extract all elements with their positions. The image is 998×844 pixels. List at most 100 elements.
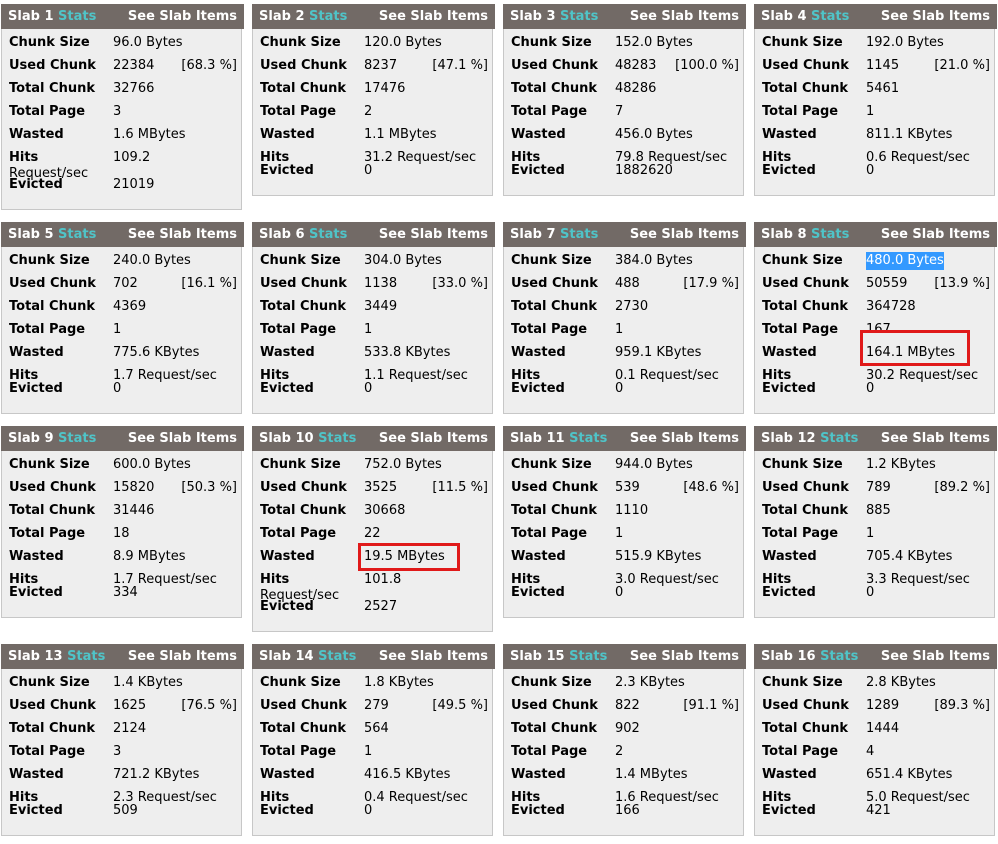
stat-row-used-chunk: Used Chunk 488 [17.9 %]: [511, 275, 739, 293]
total-page-value: 3: [113, 744, 122, 759]
stat-row-chunk-size: Chunk Size 600.0 Bytes: [9, 456, 237, 474]
evicted-value: 2527: [364, 599, 398, 614]
chunk-size-value: 96.0 Bytes: [113, 35, 183, 50]
see-slab-items-link[interactable]: See Slab Items: [881, 4, 990, 29]
slab-header: Slab 13 Stats See Slab Items: [1, 644, 244, 669]
stats-link[interactable]: Stats: [58, 431, 96, 446]
chunk-size-value: 752.0 Bytes: [364, 457, 442, 472]
total-page-label: Total Page: [9, 744, 86, 759]
stats-link[interactable]: Stats: [811, 227, 849, 242]
stat-row-total-chunk: Total Chunk 564: [260, 720, 488, 738]
stat-row-total-page: Total Page 1: [511, 321, 739, 339]
stat-row-evicted: Evicted 2527: [260, 598, 488, 616]
used-chunk-percent: [33.0 %]: [432, 276, 488, 291]
chunk-size-value: 384.0 Bytes: [615, 253, 693, 268]
see-slab-items-link[interactable]: See Slab Items: [881, 426, 990, 451]
chunk-size-label: Chunk Size: [511, 675, 592, 690]
used-chunk-percent: [89.2 %]: [934, 480, 990, 495]
stat-row-wasted: Wasted 456.0 Bytes: [511, 126, 739, 144]
stats-link[interactable]: Stats: [560, 227, 598, 242]
slab-number: 5: [44, 227, 54, 242]
evicted-label: Evicted: [762, 803, 816, 818]
stat-row-chunk-size: Chunk Size 192.0 Bytes: [762, 34, 990, 52]
evicted-label: Evicted: [511, 163, 565, 178]
stat-row-total-chunk: Total Chunk 885: [762, 502, 990, 520]
wasted-value: 721.2 KBytes: [113, 767, 200, 782]
stats-link[interactable]: Stats: [318, 649, 356, 664]
chunk-size-value: 944.0 Bytes: [615, 457, 693, 472]
slab-header: Slab 4 Stats See Slab Items: [754, 4, 997, 29]
total-page-value: 1: [364, 744, 373, 759]
stats-link[interactable]: Stats: [569, 431, 607, 446]
wasted-label: Wasted: [260, 127, 315, 142]
see-slab-items-link[interactable]: See Slab Items: [630, 4, 739, 29]
stats-link[interactable]: Stats: [67, 649, 105, 664]
stat-row-total-page: Total Page 4: [762, 743, 990, 761]
slab-title: Slab 15 Stats: [510, 644, 607, 669]
total-page-label: Total Page: [511, 526, 588, 541]
total-chunk-label: Total Chunk: [511, 503, 597, 518]
stat-row-hits: Hits 101.8 Request/sec: [260, 571, 488, 603]
chunk-size-label: Chunk Size: [511, 457, 592, 472]
see-slab-items-link[interactable]: See Slab Items: [630, 222, 739, 247]
slab-label: Slab: [510, 431, 542, 446]
see-slab-items-link[interactable]: See Slab Items: [379, 222, 488, 247]
see-slab-items-link[interactable]: See Slab Items: [379, 426, 488, 451]
stat-row-total-chunk: Total Chunk 364728: [762, 298, 990, 316]
used-chunk-label: Used Chunk: [260, 698, 347, 713]
see-slab-items-link[interactable]: See Slab Items: [379, 644, 488, 669]
stats-link[interactable]: Stats: [569, 649, 607, 664]
see-slab-items-link[interactable]: See Slab Items: [128, 644, 237, 669]
stat-row-chunk-size: Chunk Size 2.3 KBytes: [511, 674, 739, 692]
wasted-label: Wasted: [762, 345, 817, 360]
see-slab-items-link[interactable]: See Slab Items: [881, 222, 990, 247]
total-page-label: Total Page: [260, 104, 337, 119]
see-slab-items-link[interactable]: See Slab Items: [881, 644, 990, 669]
stat-row-wasted: Wasted 533.8 KBytes: [260, 344, 488, 362]
slab-number: 12: [797, 431, 816, 446]
stats-link[interactable]: Stats: [58, 227, 96, 242]
used-chunk-value: 702: [113, 276, 138, 291]
total-chunk-value: 4369: [113, 299, 147, 314]
stats-link[interactable]: Stats: [820, 649, 858, 664]
stat-row-wasted: Wasted 651.4 KBytes: [762, 766, 990, 784]
see-slab-items-link[interactable]: See Slab Items: [630, 644, 739, 669]
chunk-size-label: Chunk Size: [260, 675, 341, 690]
slab-title: Slab 12 Stats: [761, 426, 858, 451]
chunk-size-value: 240.0 Bytes: [113, 253, 191, 268]
total-page-value: 18: [113, 526, 130, 541]
total-chunk-label: Total Chunk: [9, 503, 95, 518]
stats-link[interactable]: Stats: [560, 9, 598, 24]
stat-row-evicted: Evicted 1882620: [511, 162, 739, 180]
stats-link[interactable]: Stats: [318, 431, 356, 446]
stats-link[interactable]: Stats: [309, 227, 347, 242]
slab-panel: Slab 2 Stats See Slab Items Chunk Size 120.…: [252, 4, 495, 196]
total-page-label: Total Page: [9, 104, 86, 119]
used-chunk-value: 50559: [866, 276, 908, 291]
see-slab-items-link[interactable]: See Slab Items: [128, 426, 237, 451]
wasted-label: Wasted: [762, 127, 817, 142]
evicted-label: Evicted: [762, 381, 816, 396]
stat-row-chunk-size: Chunk Size 120.0 Bytes: [260, 34, 488, 52]
stat-row-wasted: Wasted 721.2 KBytes: [9, 766, 237, 784]
chunk-size-label: Chunk Size: [762, 457, 843, 472]
stats-link[interactable]: Stats: [820, 431, 858, 446]
evicted-label: Evicted: [260, 803, 314, 818]
stats-link[interactable]: Stats: [309, 9, 347, 24]
stat-row-chunk-size: Chunk Size 752.0 Bytes: [260, 456, 488, 474]
see-slab-items-link[interactable]: See Slab Items: [128, 222, 237, 247]
see-slab-items-link[interactable]: See Slab Items: [128, 4, 237, 29]
slab-title: Slab 5 Stats: [8, 222, 96, 247]
see-slab-items-link[interactable]: See Slab Items: [630, 426, 739, 451]
slab-header: Slab 14 Stats See Slab Items: [252, 644, 495, 669]
stat-row-used-chunk: Used Chunk 539 [48.6 %]: [511, 479, 739, 497]
slab-title: Slab 13 Stats: [8, 644, 105, 669]
wasted-value: 775.6 KBytes: [113, 345, 200, 360]
slab-header: Slab 15 Stats See Slab Items: [503, 644, 746, 669]
stats-link[interactable]: Stats: [58, 9, 96, 24]
chunk-size-label: Chunk Size: [260, 35, 341, 50]
chunk-size-label: Chunk Size: [9, 457, 90, 472]
see-slab-items-link[interactable]: See Slab Items: [379, 4, 488, 29]
slab-label: Slab: [510, 9, 542, 24]
stats-link[interactable]: Stats: [811, 9, 849, 24]
